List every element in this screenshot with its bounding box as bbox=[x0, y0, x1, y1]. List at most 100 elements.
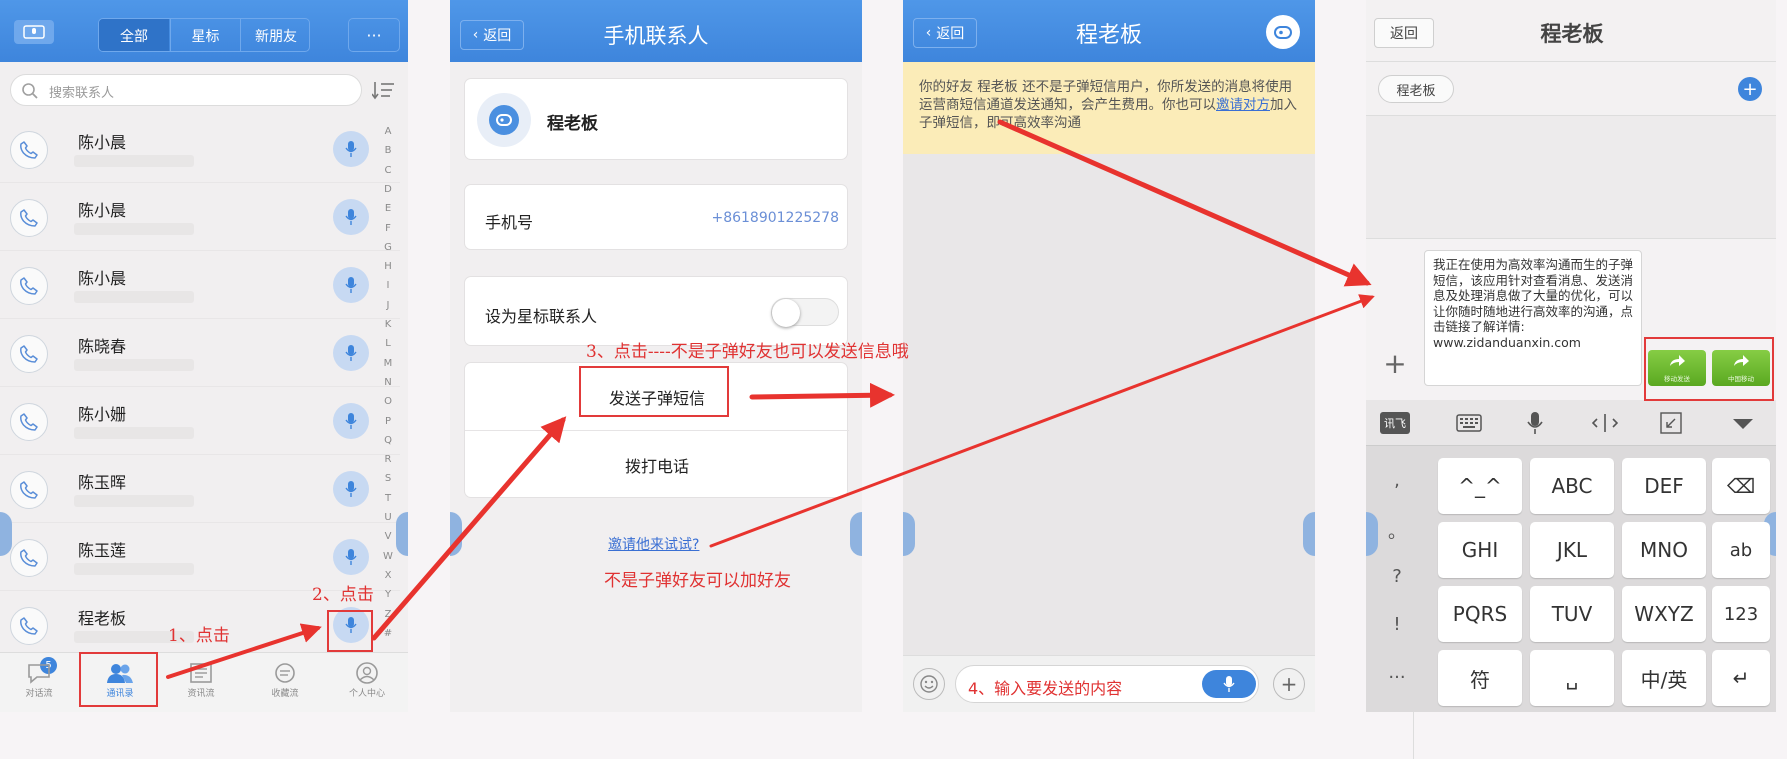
index-letter[interactable]: R bbox=[383, 454, 393, 465]
punctuation-key[interactable]: ... bbox=[1366, 662, 1428, 683]
index-letter[interactable]: O bbox=[383, 396, 393, 407]
phone-card[interactable]: 手机号 +8618901225278 bbox=[464, 184, 848, 250]
keyboard-key[interactable]: WXYZ bbox=[1622, 586, 1706, 642]
contacts-mode-button[interactable] bbox=[14, 20, 54, 44]
hide-keyboard-icon[interactable] bbox=[1732, 418, 1754, 430]
index-letter[interactable]: I bbox=[383, 280, 393, 291]
call-button[interactable] bbox=[10, 335, 48, 373]
tab-all[interactable]: 全部 bbox=[99, 19, 169, 51]
invite-friend-link[interactable]: 邀请对方 bbox=[1216, 97, 1270, 113]
call-button[interactable] bbox=[10, 539, 48, 577]
add-recipient-button[interactable]: + bbox=[1738, 77, 1762, 101]
index-letter[interactable]: J bbox=[383, 300, 393, 311]
voice-message-button[interactable] bbox=[333, 335, 369, 371]
index-letter[interactable]: F bbox=[383, 223, 393, 234]
message-input[interactable]: 4、输入要发送的内容 bbox=[955, 665, 1259, 703]
index-letter[interactable]: Z bbox=[383, 609, 393, 620]
index-letter[interactable]: W bbox=[383, 551, 393, 562]
page-left-handle[interactable] bbox=[0, 512, 12, 556]
page-right-handle[interactable] bbox=[850, 512, 862, 556]
voice-message-button[interactable] bbox=[333, 539, 369, 575]
call-button[interactable]: 拨打电话 bbox=[465, 431, 849, 499]
index-letter[interactable]: G bbox=[383, 242, 393, 253]
search-bar[interactable]: 搜索联系人 bbox=[10, 74, 362, 106]
cursor-move-icon[interactable] bbox=[1592, 412, 1618, 434]
index-letter[interactable]: E bbox=[383, 203, 393, 214]
page-left-handle[interactable] bbox=[903, 512, 915, 556]
contact-row[interactable]: 陈小晨 bbox=[0, 183, 400, 251]
page-right-handle[interactable] bbox=[396, 512, 408, 556]
nav-favorites[interactable]: 收藏流 bbox=[250, 658, 320, 706]
index-letter[interactable]: H bbox=[383, 261, 393, 272]
call-button[interactable] bbox=[10, 199, 48, 237]
star-toggle[interactable] bbox=[771, 298, 839, 327]
index-letter[interactable]: Q bbox=[383, 435, 393, 446]
keyboard-key[interactable]: TUV bbox=[1530, 586, 1614, 642]
keyboard-key[interactable]: ↵ bbox=[1712, 650, 1770, 706]
compose-attach-button[interactable]: + bbox=[1380, 347, 1410, 380]
compose-back-button[interactable]: 返回 bbox=[1374, 18, 1434, 48]
keyboard-key[interactable]: 符 bbox=[1438, 650, 1522, 706]
keyboard-key[interactable]: 123 bbox=[1712, 586, 1770, 642]
message-textarea[interactable]: 我正在使用为高效率沟通而生的子弹短信，该应用针对查看消息、发送消息及处理消息做了… bbox=[1424, 250, 1642, 386]
ime-logo[interactable]: 讯飞 bbox=[1380, 412, 1410, 434]
keyboard-key[interactable]: DEF bbox=[1622, 458, 1706, 514]
index-letter[interactable]: # bbox=[383, 628, 393, 639]
voice-message-button[interactable] bbox=[333, 199, 369, 235]
contact-row[interactable]: 陈玉晖 bbox=[0, 455, 400, 523]
nav-profile[interactable]: 个人中心 bbox=[332, 658, 402, 706]
index-letter[interactable]: Y bbox=[383, 589, 393, 600]
call-button[interactable] bbox=[10, 471, 48, 509]
keyboard-icon[interactable] bbox=[1456, 414, 1482, 432]
keyboard-key[interactable]: ABC bbox=[1530, 458, 1614, 514]
index-letter[interactable]: K bbox=[383, 319, 393, 330]
contact-row[interactable]: 陈小晨 bbox=[0, 115, 400, 183]
index-letter[interactable]: X bbox=[383, 570, 393, 581]
call-button[interactable] bbox=[10, 403, 48, 441]
index-letter[interactable]: L bbox=[383, 338, 393, 349]
back-button[interactable]: ‹ 返回 bbox=[460, 20, 524, 50]
voice-message-button[interactable] bbox=[333, 403, 369, 439]
index-letter[interactable]: T bbox=[383, 493, 393, 504]
invite-link[interactable]: 邀请他来试试? bbox=[608, 534, 699, 554]
index-letter[interactable]: P bbox=[383, 416, 393, 427]
keyboard-key[interactable]: PQRS bbox=[1438, 586, 1522, 642]
index-letter[interactable]: S bbox=[383, 473, 393, 484]
keyboard-key[interactable]: ab bbox=[1712, 522, 1770, 578]
keyboard-key[interactable]: MNO bbox=[1622, 522, 1706, 578]
index-letter[interactable]: B bbox=[383, 145, 393, 156]
keyboard-key[interactable]: ␣ bbox=[1530, 650, 1614, 706]
recipient-chip[interactable]: 程老板 bbox=[1378, 75, 1454, 103]
chat-back-button[interactable]: ‹ 返回 bbox=[913, 18, 977, 48]
contact-row[interactable]: 陈小姗 bbox=[0, 387, 400, 455]
index-letter[interactable]: M bbox=[383, 358, 393, 369]
contact-row[interactable]: 陈小晨 bbox=[0, 251, 400, 319]
page-right-handle[interactable] bbox=[1303, 512, 1315, 556]
index-letter[interactable]: U bbox=[383, 512, 393, 523]
voice-input-button[interactable] bbox=[1202, 670, 1256, 698]
index-letter[interactable]: N bbox=[383, 377, 393, 388]
index-letter[interactable]: C bbox=[383, 165, 393, 176]
page-left-handle[interactable] bbox=[450, 512, 462, 556]
contact-row[interactable]: 陈晓春 bbox=[0, 319, 400, 387]
call-button[interactable] bbox=[10, 267, 48, 305]
emoji-button[interactable] bbox=[913, 668, 945, 700]
keyboard-key[interactable]: JKL bbox=[1530, 522, 1614, 578]
index-letter[interactable]: D bbox=[383, 184, 393, 195]
keyboard-key[interactable]: ^_^ bbox=[1438, 458, 1522, 514]
shrink-keyboard-icon[interactable] bbox=[1660, 412, 1682, 434]
mic-icon[interactable] bbox=[1527, 411, 1543, 435]
keyboard-key[interactable]: ⌫ bbox=[1712, 458, 1770, 514]
tab-starred[interactable]: 星标 bbox=[170, 19, 240, 51]
nav-chat[interactable]: 对话流 bbox=[4, 658, 74, 706]
punctuation-key[interactable]: ? bbox=[1366, 566, 1428, 587]
chat-app-icon[interactable] bbox=[1266, 15, 1300, 49]
call-button[interactable] bbox=[10, 607, 48, 645]
attach-button[interactable]: + bbox=[1273, 668, 1305, 700]
more-button[interactable]: ··· bbox=[348, 18, 400, 52]
nav-news[interactable]: 资讯流 bbox=[166, 658, 236, 706]
voice-message-button[interactable] bbox=[333, 131, 369, 167]
keyboard-key[interactable]: 中/英 bbox=[1622, 650, 1706, 706]
alphabet-index[interactable]: A B C D E F G H I J K L M N O P Q R S T U V W X Y Z # bbox=[0, 0, 408, 639]
sort-icon[interactable] bbox=[372, 80, 396, 100]
